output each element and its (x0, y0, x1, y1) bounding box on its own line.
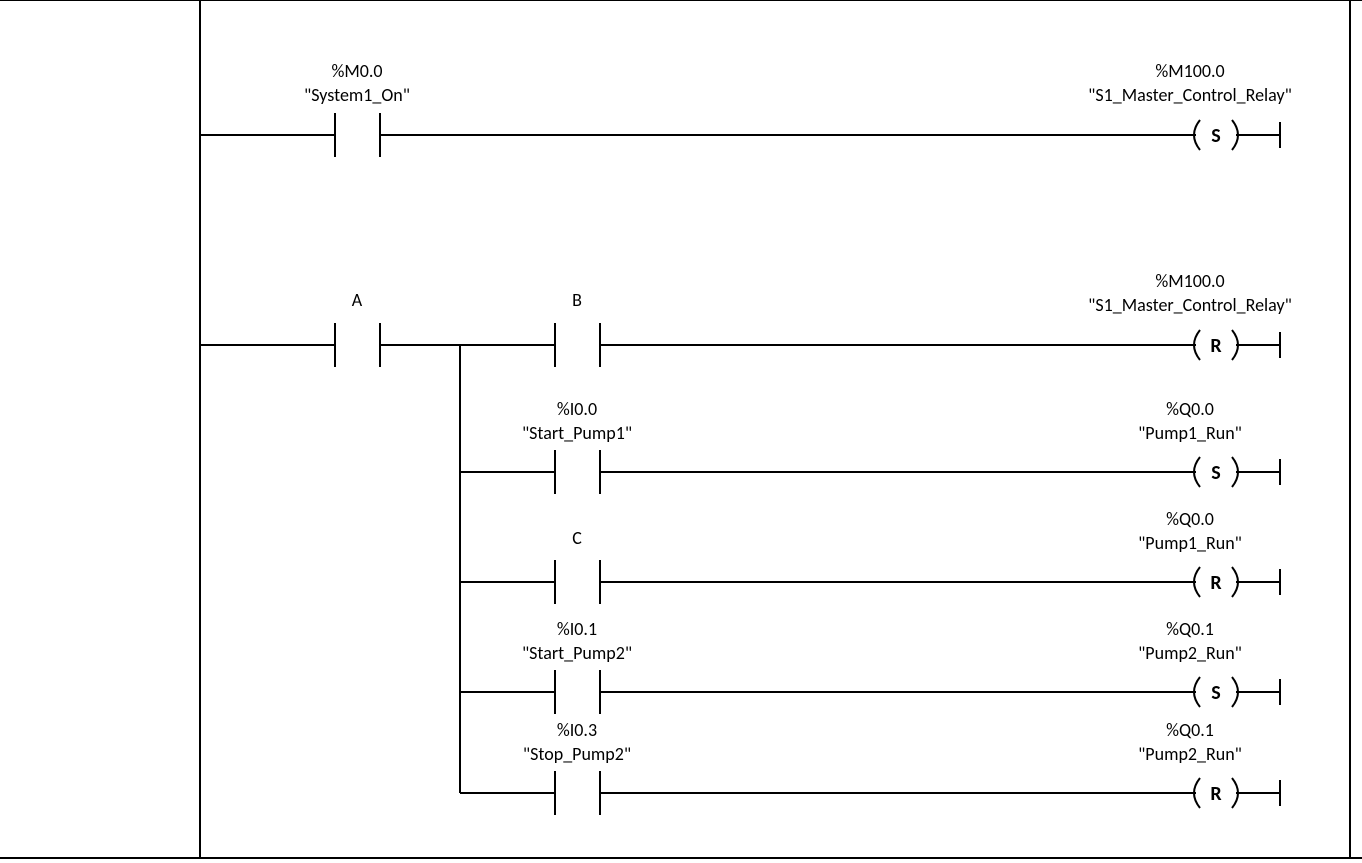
coil-name: "S1_Master_Control_Relay" (1088, 84, 1292, 106)
coil-name: "S1_Master_Control_Relay" (1088, 294, 1292, 316)
contact-name: "Start_Pump1" (522, 422, 632, 444)
contact-name: "Stop_Pump2" (523, 743, 631, 765)
coil-letter: R (1210, 571, 1221, 595)
coil-name: "Pump1_Run" (1138, 422, 1242, 444)
coil-letter: S (1211, 681, 1220, 705)
coil-letter: S (1211, 124, 1220, 148)
contact-name: "Start_Pump2" (522, 642, 632, 664)
contact-address: %M0.0 (331, 60, 382, 82)
contact-name: B (572, 289, 582, 311)
contact-name: "System1_On" (304, 84, 410, 106)
coil-address: %Q0.1 (1166, 719, 1214, 741)
contact-name: A (352, 289, 362, 311)
coil-address: %M100.0 (1155, 270, 1224, 292)
ladder-diagram: %M0.0 "System1_On" %M100.0 "S1_Master_Co… (0, 0, 1362, 863)
contact-address: %I0.1 (557, 618, 597, 640)
coil-address: %M100.0 (1155, 60, 1224, 82)
contact-name: C (572, 527, 582, 549)
coil-letter: S (1211, 461, 1220, 485)
coil-name: "Pump2_Run" (1138, 743, 1242, 765)
coil-name: "Pump2_Run" (1138, 642, 1242, 664)
coil-letter: R (1210, 334, 1221, 358)
contact-address: %I0.3 (557, 719, 597, 741)
coil-letter: R (1210, 782, 1221, 806)
coil-name: "Pump1_Run" (1138, 532, 1242, 554)
coil-address: %Q0.0 (1166, 398, 1214, 420)
contact-address: %I0.0 (557, 398, 597, 420)
coil-address: %Q0.0 (1166, 508, 1214, 530)
coil-address: %Q0.1 (1166, 618, 1214, 640)
